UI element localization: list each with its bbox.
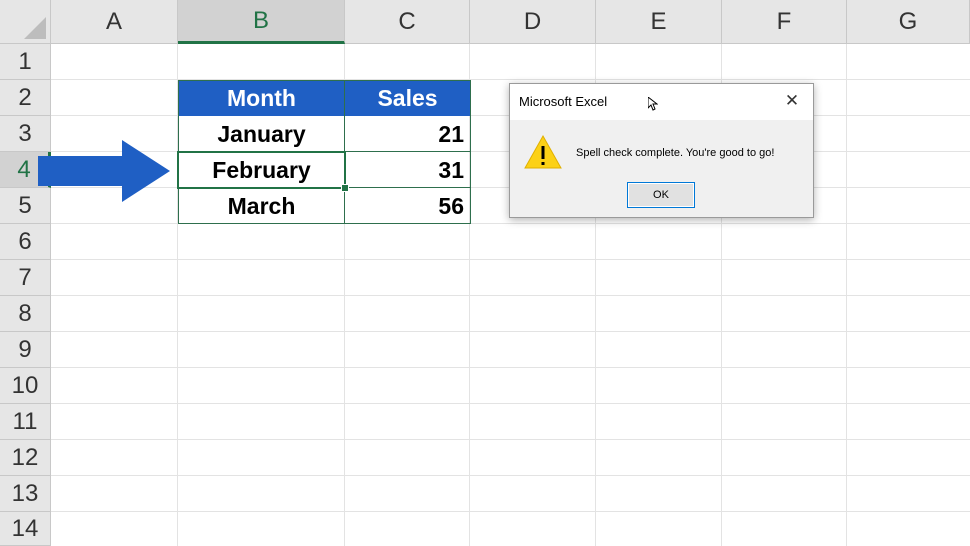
column-header-a[interactable]: A <box>51 0 178 44</box>
gridline <box>51 439 970 440</box>
warning-icon <box>524 134 562 169</box>
row-header-1[interactable]: 1 <box>0 44 51 80</box>
gridline <box>51 475 970 476</box>
column-header-c[interactable]: C <box>345 0 470 44</box>
row-header-9[interactable]: 9 <box>0 332 51 368</box>
column-header-g[interactable]: G <box>847 0 970 44</box>
gridline <box>51 511 970 512</box>
gridline <box>51 403 970 404</box>
dialog-title-bar[interactable]: Microsoft Excel ✕ <box>510 84 813 120</box>
message-dialog: Microsoft Excel ✕ Spell check complete. … <box>509 83 814 218</box>
fill-handle[interactable] <box>341 184 349 192</box>
column-header-e[interactable]: E <box>596 0 722 44</box>
row-header-7[interactable]: 7 <box>0 260 51 296</box>
header-cell-month[interactable]: Month <box>178 80 345 116</box>
row-header-12[interactable]: 12 <box>0 440 51 476</box>
cell-sales-january[interactable]: 21 <box>345 116 470 152</box>
gridline <box>51 295 970 296</box>
dialog-message: Spell check complete. You're good to go! <box>576 147 775 159</box>
cell-sales-march[interactable]: 56 <box>345 188 470 224</box>
select-all-corner[interactable] <box>0 0 51 44</box>
mouse-cursor-icon <box>648 97 658 111</box>
cell-month-january[interactable]: January <box>178 116 345 152</box>
row-header-6[interactable]: 6 <box>0 224 51 260</box>
row-header-13[interactable]: 13 <box>0 476 51 512</box>
row-header-10[interactable]: 10 <box>0 368 51 404</box>
ok-button[interactable]: OK <box>627 182 695 208</box>
right-arrow-icon <box>38 140 170 202</box>
column-header-b[interactable]: B <box>178 0 345 44</box>
gridline <box>51 367 970 368</box>
gridline <box>51 259 970 260</box>
row-header-14[interactable]: 14 <box>0 512 51 546</box>
active-cell-outline <box>177 151 346 189</box>
column-header-f[interactable]: F <box>722 0 847 44</box>
header-cell-sales[interactable]: Sales <box>345 80 470 116</box>
dialog-title: Microsoft Excel <box>519 94 608 109</box>
cell-month-march[interactable]: March <box>178 188 345 224</box>
row-header-8[interactable]: 8 <box>0 296 51 332</box>
spreadsheet-grid[interactable]: A B C D E F G 1 2 3 4 5 6 7 8 9 10 11 12… <box>0 0 970 546</box>
gridline <box>51 331 970 332</box>
select-all-triangle-icon <box>24 17 46 39</box>
column-header-d[interactable]: D <box>470 0 596 44</box>
cell-sales-february[interactable]: 31 <box>345 152 470 188</box>
row-header-2[interactable]: 2 <box>0 80 51 116</box>
close-icon[interactable]: ✕ <box>783 92 801 110</box>
row-header-11[interactable]: 11 <box>0 404 51 440</box>
